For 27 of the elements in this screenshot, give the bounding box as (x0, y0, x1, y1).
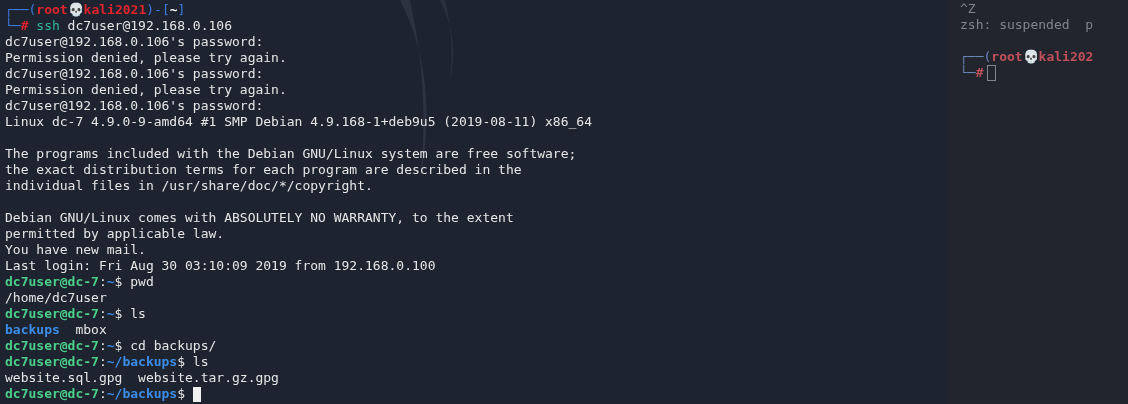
terminal-line: ┌──(root💀kali2021)-[~] (5, 2, 186, 18)
terminal-line: dc7user@dc-7:~$ pwd (5, 274, 154, 290)
terminal-line: dc7user@dc-7:~/backups$ ls (5, 354, 209, 370)
terminal-line: zsh: suspended p (960, 17, 1094, 33)
terminal-line: └─# ssh dc7user@192.168.0.106 (5, 18, 232, 34)
terminal-line: ^Z (960, 1, 976, 17)
terminal-line: /home/dc7user (5, 290, 107, 306)
terminal-line: ┌──(root💀kali202 (960, 49, 1094, 65)
terminal-line: Linux dc-7 4.9.0-9-amd64 #1 SMP Debian 4.9.168-1+deb9u5 (2019-08-11) x86_64 (5, 114, 592, 130)
terminal-line: backups mbox (5, 322, 107, 338)
terminal-line: dc7user@dc-7:~$ ls (5, 306, 146, 322)
terminal-line: the exact distribution terms for each program are described in the (5, 162, 522, 178)
terminal-line: dc7user@192.168.0.106's password: (5, 98, 264, 114)
terminal-line: website.sql.gpg website.tar.gz.gpg (5, 370, 279, 386)
terminal-line: dc7user@dc-7:~$ cd backups/ (5, 338, 217, 354)
terminal-line: individual files in /usr/share/doc/*/copyright. (5, 178, 373, 194)
terminal-line: Last login: Fri Aug 30 03:10:09 2019 from 192.168.0.100 (5, 258, 436, 274)
terminal-line: └─# (960, 65, 984, 81)
terminal-line: dc7user@192.168.0.106's password: (5, 34, 264, 50)
terminal-line: dc7user@192.168.0.106's password: (5, 66, 264, 82)
terminal-line: The programs included with the Debian GNU/Linux system are free software; (5, 146, 577, 162)
terminal-line: You have new mail. (5, 242, 146, 258)
terminal-line: Debian GNU/Linux comes with ABSOLUTELY NO WARRANTY, to the extent (5, 210, 514, 226)
terminal-line: permitted by applicable law. (5, 226, 225, 242)
terminal-line: dc7user@dc-7:~/backups$ (5, 386, 186, 402)
terminal-line: Permission denied, please try again. (5, 82, 287, 98)
terminal-line: Permission denied, please try again. (5, 50, 287, 66)
